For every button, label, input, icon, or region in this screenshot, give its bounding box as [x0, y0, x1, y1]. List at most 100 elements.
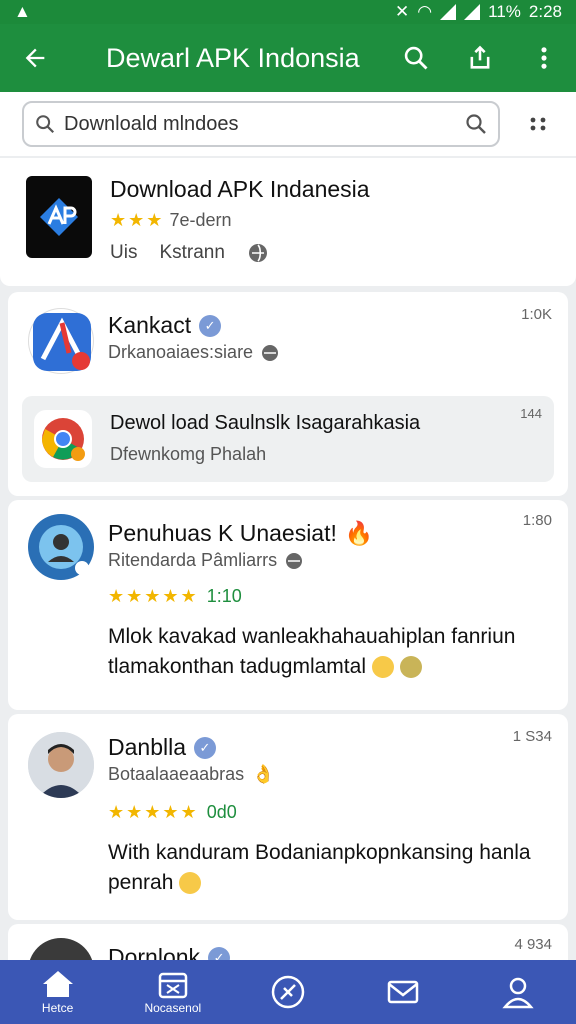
bottom-nav: Hetce Nocasenol [0, 960, 576, 1024]
home-icon [42, 971, 73, 997]
search-row [0, 92, 576, 156]
share-button[interactable] [448, 44, 512, 72]
avatar[interactable] [28, 514, 94, 580]
flame-icon: 🔥 [344, 520, 374, 546]
search-icon [404, 46, 428, 70]
link-thumbnail [34, 410, 92, 468]
nav-calendar[interactable]: Nocasenol [115, 960, 230, 1024]
search-icon [36, 115, 55, 134]
avatar[interactable] [28, 732, 94, 798]
star-rating-icon: ★★★★★ [108, 586, 199, 606]
verified-icon: ✓ [194, 736, 216, 759]
post-time: 1 S34 [512, 728, 552, 745]
nav-home[interactable]: Hetce [0, 960, 115, 1024]
post-author: Penuhuas K Unaesiat! 🔥 [108, 520, 374, 547]
more-vertical-icon [541, 47, 547, 69]
post-card[interactable]: Kankact ✓ Drkanoaiaes:siare 1:0K Dewol l… [8, 292, 568, 496]
app-rating: ★★★ 7e-dern [110, 210, 231, 231]
chrome-icon [42, 418, 85, 461]
search-button[interactable] [384, 44, 448, 72]
globe-icon [248, 244, 267, 262]
post-subtitle-text: Ritendarda Pâmliarrs [108, 550, 278, 570]
calendar-icon [158, 972, 188, 999]
search-submit-icon[interactable] [464, 112, 488, 136]
post-card[interactable]: Dornlonk ✓ 4 934 [8, 924, 568, 964]
post-subtitle: Botaalaaeaabras 👌 [108, 764, 275, 785]
globe-icon [286, 552, 303, 569]
post-author-name: Danblla [108, 734, 186, 760]
post-author-name: Penuhuas K Unaesiat! [108, 520, 337, 546]
post-author: Danblla ✓ [108, 734, 216, 761]
post-rating: ★★★★★ 1:10 [108, 586, 242, 607]
more-button[interactable] [512, 44, 576, 72]
search-input[interactable] [64, 112, 456, 136]
post-author-name: Kankact [108, 312, 192, 338]
battery-level: 11% [488, 2, 521, 21]
post-subtitle-text: Drkanoaiaes:siare [108, 342, 254, 362]
user-avatar-icon [30, 516, 92, 578]
post-time: 4 934 [514, 936, 552, 953]
grid-icon [530, 117, 546, 131]
post-subtitle: Ritendarda Pâmliarrs [108, 550, 303, 571]
signal-icon-2 [464, 4, 481, 20]
post-time: 1:0K [521, 306, 552, 323]
nav-profile[interactable] [461, 960, 576, 1024]
apk-logo-icon [40, 198, 78, 236]
app-meta-mid: Kstrann [159, 242, 225, 263]
post-time: 1:80 [522, 512, 552, 529]
share-icon [470, 45, 490, 69]
app-name: Download APK Indanesia [110, 176, 370, 202]
post-subtitle-text: Botaalaaeaabras [108, 764, 245, 784]
page-title: Dewarl APK Indonsia [106, 42, 360, 73]
link-time: 144 [520, 406, 542, 421]
post-body-text: With kanduram Bodanianpkopnkansing hanla… [108, 841, 531, 894]
mute-icon: ✕ [395, 2, 410, 21]
app-meta-left: Uis [110, 242, 138, 263]
app-card[interactable]: Download APK Indanesia ★★★ 7e-dern Uis K… [0, 158, 576, 286]
money-emoji-icon [399, 656, 422, 679]
clap-emoji-icon: 👌 [252, 764, 275, 784]
post-rating-value: 1:10 [206, 586, 242, 606]
search-box [22, 101, 500, 147]
app-icon [26, 176, 92, 258]
wifi-icon: ◠ [417, 2, 433, 21]
back-button[interactable] [0, 44, 70, 72]
status-bar: ▲ ✕ ◠ 11% 2:28 [0, 0, 576, 24]
signal-icon [440, 4, 457, 20]
notification-icon: ▲ [14, 2, 31, 21]
app-bar: Dewarl APK Indonsia [0, 24, 576, 92]
clock: 2:28 [528, 2, 562, 21]
post-body: Mlok kavakad wanleakhahauahiplan fanriun… [108, 622, 542, 682]
user-photo-icon [28, 732, 94, 798]
arrow-left-icon [25, 48, 45, 68]
compass-icon [271, 975, 305, 1009]
apk-store-icon [33, 313, 91, 371]
link-preview[interactable]: Dewol load Saulnslk Isagarahkasia Dfewnk… [22, 396, 554, 482]
post-rating: ★★★★★ 0d0 [108, 802, 237, 823]
link-title: Dewol load Saulnslk Isagarahkasia [110, 412, 421, 434]
post-card[interactable]: Danblla ✓ Botaalaaeaabras 👌 1 S34 ★★★★★ … [8, 714, 568, 920]
post-rating-value: 0d0 [206, 802, 237, 822]
nav-calendar-label: Nocasenol [144, 1001, 202, 1015]
nav-explore[interactable] [230, 960, 345, 1024]
star-rating-icon: ★★★★★ [108, 802, 199, 822]
profile-icon [502, 977, 535, 1009]
grid-view-button[interactable] [500, 114, 576, 134]
globe-icon [262, 344, 279, 361]
post-author: Kankact ✓ [108, 312, 222, 339]
link-subtitle: Dfewnkomg Phalah [110, 444, 267, 464]
post-card[interactable]: Penuhuas K Unaesiat! 🔥 Ritendarda Pâmlia… [8, 500, 568, 710]
verified-icon: ✓ [199, 314, 222, 337]
app-meta: Uis Kstrann [110, 242, 269, 264]
post-subtitle: Drkanoaiaes:siare [108, 342, 279, 363]
app-rating-label: 7e-dern [169, 210, 232, 230]
nav-home-label: Hetce [41, 1001, 74, 1015]
smile-emoji-icon [371, 656, 394, 679]
post-body-text: Mlok kavakad wanleakhahauahiplan fanriun… [108, 625, 516, 678]
mail-icon [387, 980, 419, 1004]
smile-emoji-icon [179, 872, 202, 895]
post-body: With kanduram Bodanianpkopnkansing hanla… [108, 838, 542, 898]
star-rating-icon: ★★★ [110, 210, 165, 230]
nav-messages[interactable] [346, 960, 461, 1024]
avatar[interactable] [28, 308, 94, 374]
